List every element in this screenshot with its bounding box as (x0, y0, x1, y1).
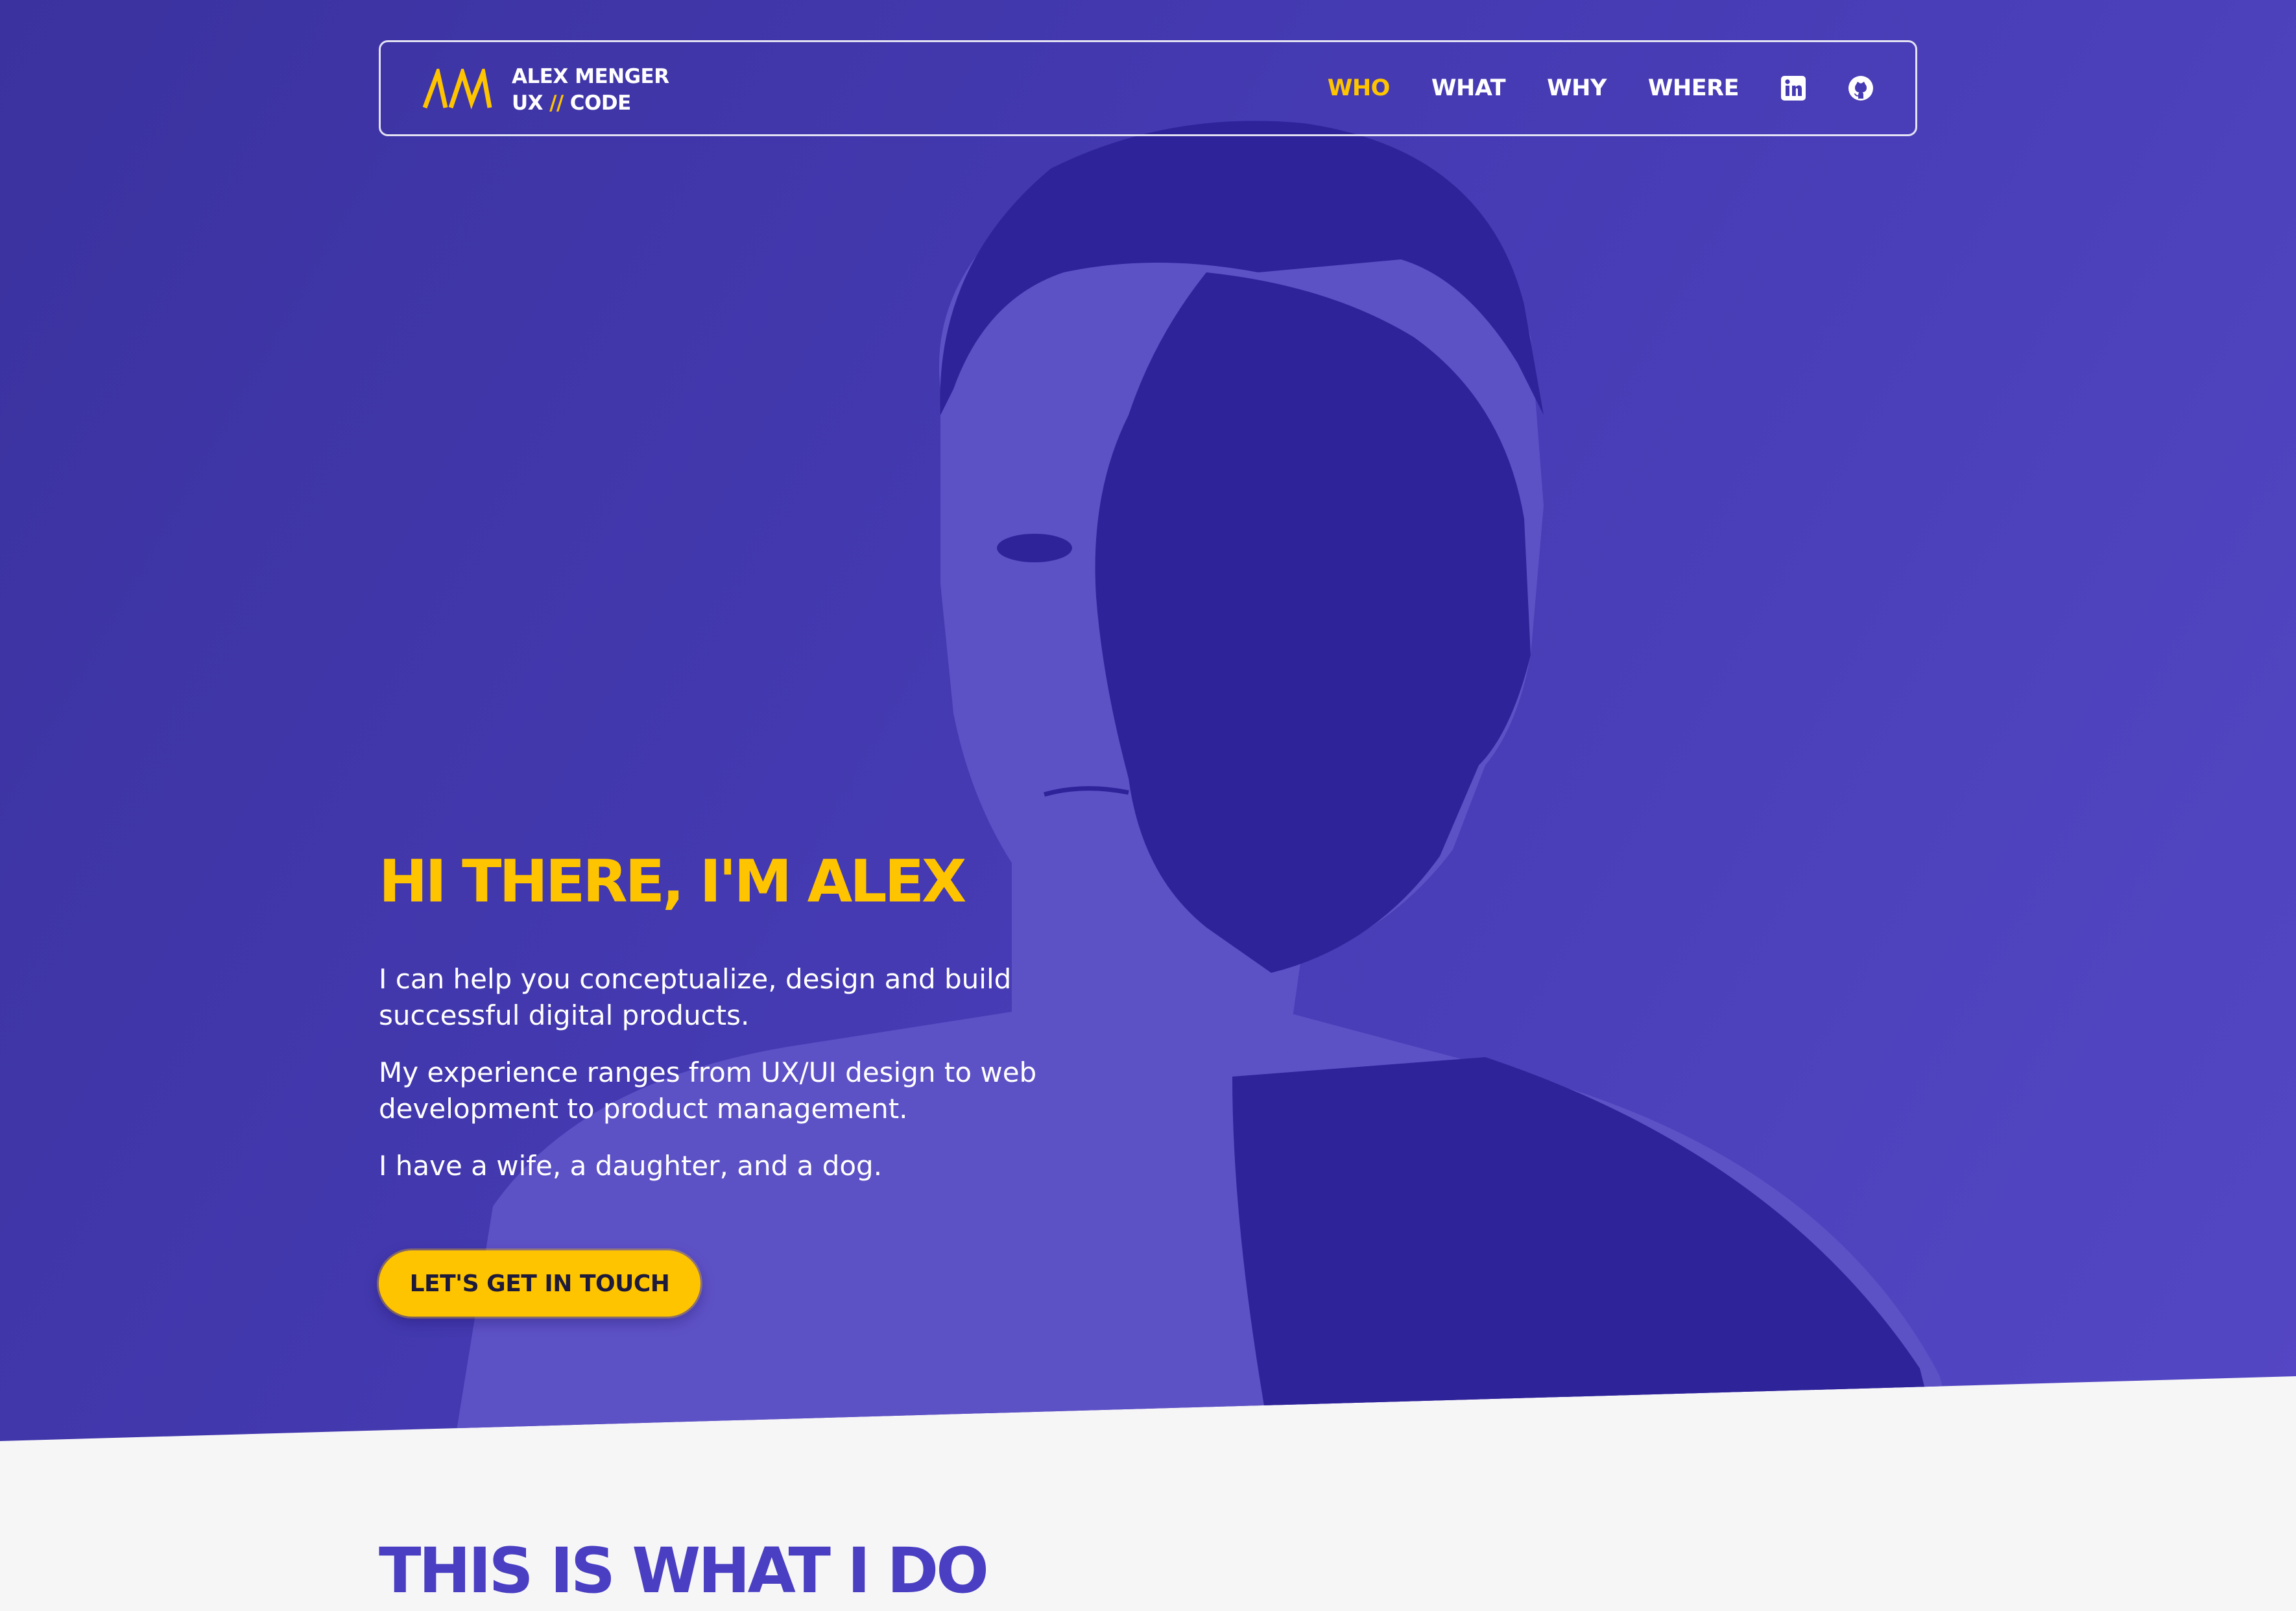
hero-paragraph-1: I can help you conceptualize, design and… (379, 963, 1012, 1031)
nav-link-where[interactable]: WHERE (1648, 75, 1740, 101)
am-logo-icon (422, 69, 492, 110)
nav-link-who[interactable]: WHO (1328, 75, 1391, 101)
top-navigation: ALEX MENGER UX//CODE WHO WHAT WHY WHERE (379, 40, 1917, 136)
brand-name: ALEX MENGER (512, 65, 669, 88)
linkedin-icon[interactable] (1780, 75, 1806, 101)
hero-paragraph-2: My experience ranges from UX/UI design t… (379, 1056, 1037, 1125)
nav-link-why[interactable]: WHY (1547, 75, 1607, 101)
portrait-image (454, 121, 1959, 1441)
brand-text: ALEX MENGER UX//CODE (512, 64, 669, 117)
nav-menu: WHO WHAT WHY WHERE (1286, 42, 1874, 134)
get-in-touch-button[interactable]: LET'S GET IN TOUCH (379, 1250, 700, 1317)
hero-intro: I can help you conceptualize, design and… (379, 961, 1157, 1184)
hero-title: HI THERE, I'M ALEX (379, 848, 966, 916)
brand-tagline-left: UX (512, 91, 544, 115)
brand-logo-link[interactable]: ALEX MENGER UX//CODE (422, 64, 669, 117)
hero-paragraph-3: I have a wife, a daughter, and a dog. (379, 1150, 883, 1182)
what-i-do-heading: THIS IS WHAT I DO (379, 1534, 989, 1607)
nav-link-what[interactable]: WHAT (1431, 75, 1506, 101)
brand-tagline-separator: // (549, 91, 564, 115)
github-icon[interactable] (1848, 75, 1874, 101)
brand-tagline-right: CODE (569, 91, 632, 115)
hero-section: ALEX MENGER UX//CODE WHO WHAT WHY WHERE (0, 0, 2296, 1441)
